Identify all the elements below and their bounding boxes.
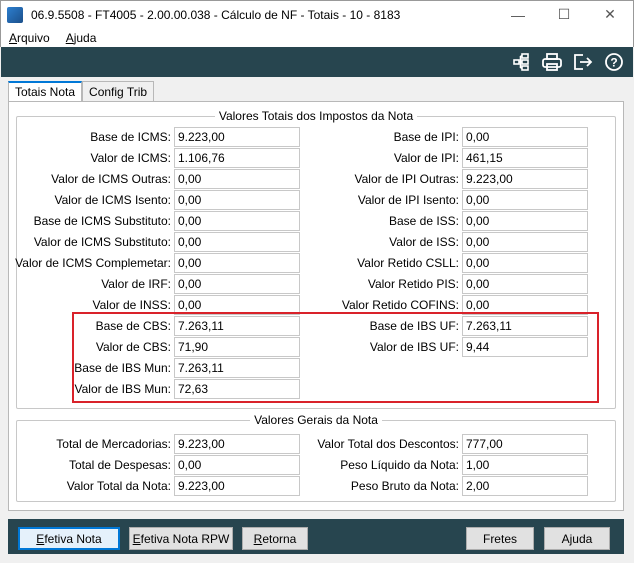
- field-label: Valor de ISS:: [389, 235, 459, 249]
- efetiva-nota-button[interactable]: Efetiva Nota: [18, 527, 120, 550]
- field-label: Peso Líquido da Nota:: [340, 458, 459, 472]
- taxes-group-title: Valores Totais dos Impostos da Nota: [214, 109, 418, 123]
- close-button[interactable]: ✕: [587, 1, 633, 29]
- app-icon: [7, 6, 23, 23]
- menu-ajuda[interactable]: Ajuda: [66, 31, 97, 45]
- general-group-title: Valores Gerais da Nota: [250, 413, 382, 427]
- tab-config-trib[interactable]: Config Trib: [82, 81, 155, 102]
- field-value[interactable]: 0,00: [462, 127, 588, 147]
- field-label: Base de IPI:: [393, 130, 459, 144]
- field-label: Peso Bruto da Nota:: [350, 479, 459, 493]
- maximize-button[interactable]: ☐: [541, 1, 587, 29]
- field-label: Valor de IPI:: [393, 151, 459, 165]
- field-value[interactable]: 0,00: [462, 190, 588, 210]
- tab-strip: Totais Nota Config Trib: [8, 81, 155, 102]
- toolbar: ?: [1, 47, 633, 77]
- field-value[interactable]: 1,00: [462, 455, 588, 475]
- field-label: Base de ISS:: [388, 214, 459, 228]
- efetiva-nota-rpw-button[interactable]: Efetiva Nota RPW: [129, 527, 233, 550]
- field-value[interactable]: 0,00: [462, 274, 588, 294]
- field-value[interactable]: 0,00: [462, 232, 588, 252]
- field-label: Valor Total dos Descontos:: [317, 437, 459, 451]
- field-label: Valor de IPI Outras:: [354, 172, 460, 186]
- window-title: 06.9.5508 - FT4005 - 2.00.00.038 - Cálcu…: [31, 7, 401, 22]
- field-value[interactable]: 2,00: [462, 476, 588, 496]
- field-label: Valor Retido COFINS:: [341, 298, 459, 312]
- field-value[interactable]: 461,15: [462, 148, 588, 168]
- tree-icon[interactable]: [508, 49, 534, 75]
- field-label: Valor de IPI Isento:: [357, 193, 459, 207]
- help-icon[interactable]: ?: [601, 49, 627, 75]
- minimize-button[interactable]: —: [495, 1, 541, 29]
- menu-arquivo[interactable]: Arquivo: [9, 31, 50, 45]
- field-value[interactable]: 9.223,00: [462, 169, 588, 189]
- retorna-button[interactable]: Retorna: [242, 527, 308, 550]
- field-value[interactable]: 777,00: [462, 434, 588, 454]
- fretes-button[interactable]: Fretes: [466, 527, 534, 550]
- tab-totais-nota[interactable]: Totais Nota: [8, 81, 83, 102]
- ajuda-button[interactable]: Ajuda: [544, 527, 610, 550]
- field-label: Valor Retido PIS:: [367, 277, 459, 291]
- field-label: Valor Retido CSLL:: [357, 256, 459, 270]
- field-value[interactable]: 0,00: [462, 253, 588, 273]
- highlight-box: [72, 312, 599, 403]
- menu-bar: Arquivo Ajuda: [0, 28, 634, 47]
- title-bar: 06.9.5508 - FT4005 - 2.00.00.038 - Cálcu…: [0, 0, 634, 28]
- exit-icon[interactable]: [570, 49, 596, 75]
- svg-text:?: ?: [610, 56, 617, 70]
- print-icon[interactable]: [539, 49, 565, 75]
- field-value[interactable]: 0,00: [462, 211, 588, 231]
